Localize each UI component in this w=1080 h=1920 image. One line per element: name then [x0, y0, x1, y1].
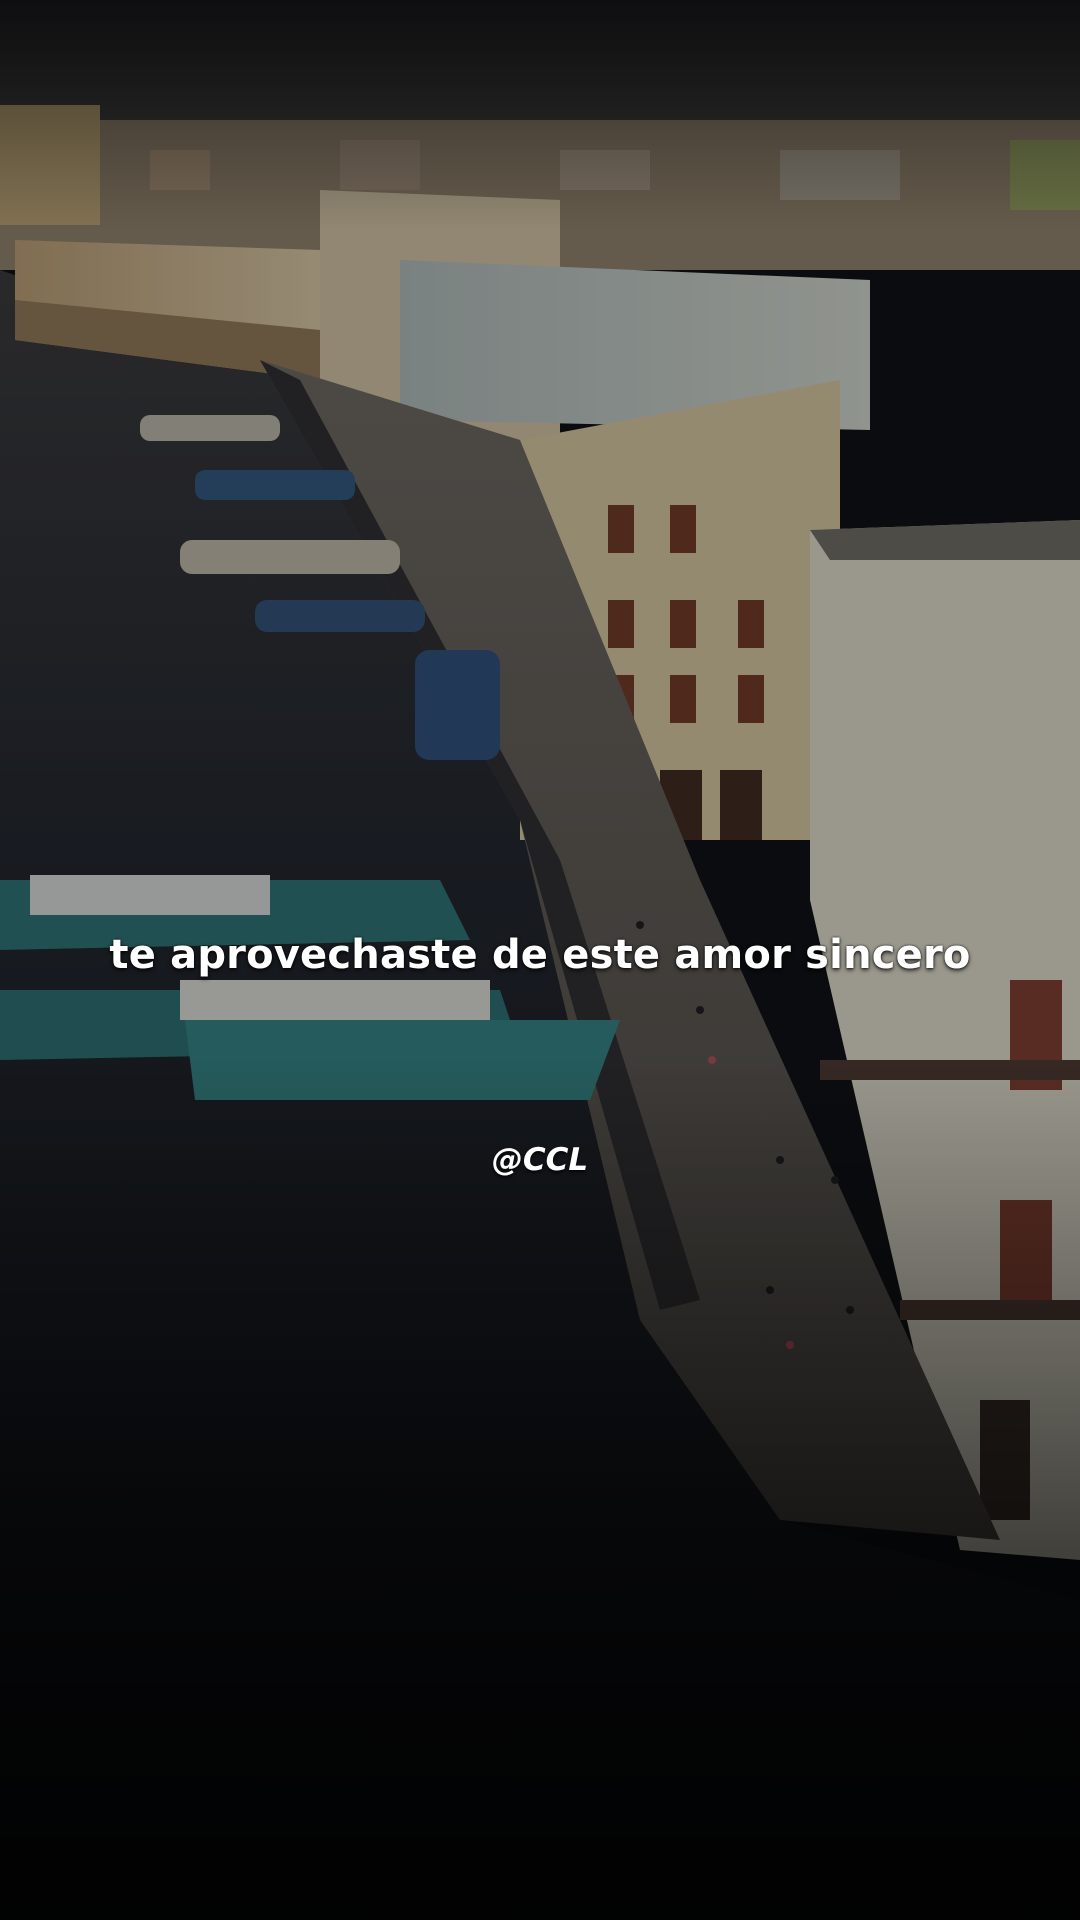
lyric-caption: te aprovechaste de este amor sincero: [109, 932, 971, 978]
photo-frame: te aprovechaste de este amor sincero @CC…: [0, 0, 1080, 1920]
watermark-handle: @CCL: [491, 1142, 589, 1178]
